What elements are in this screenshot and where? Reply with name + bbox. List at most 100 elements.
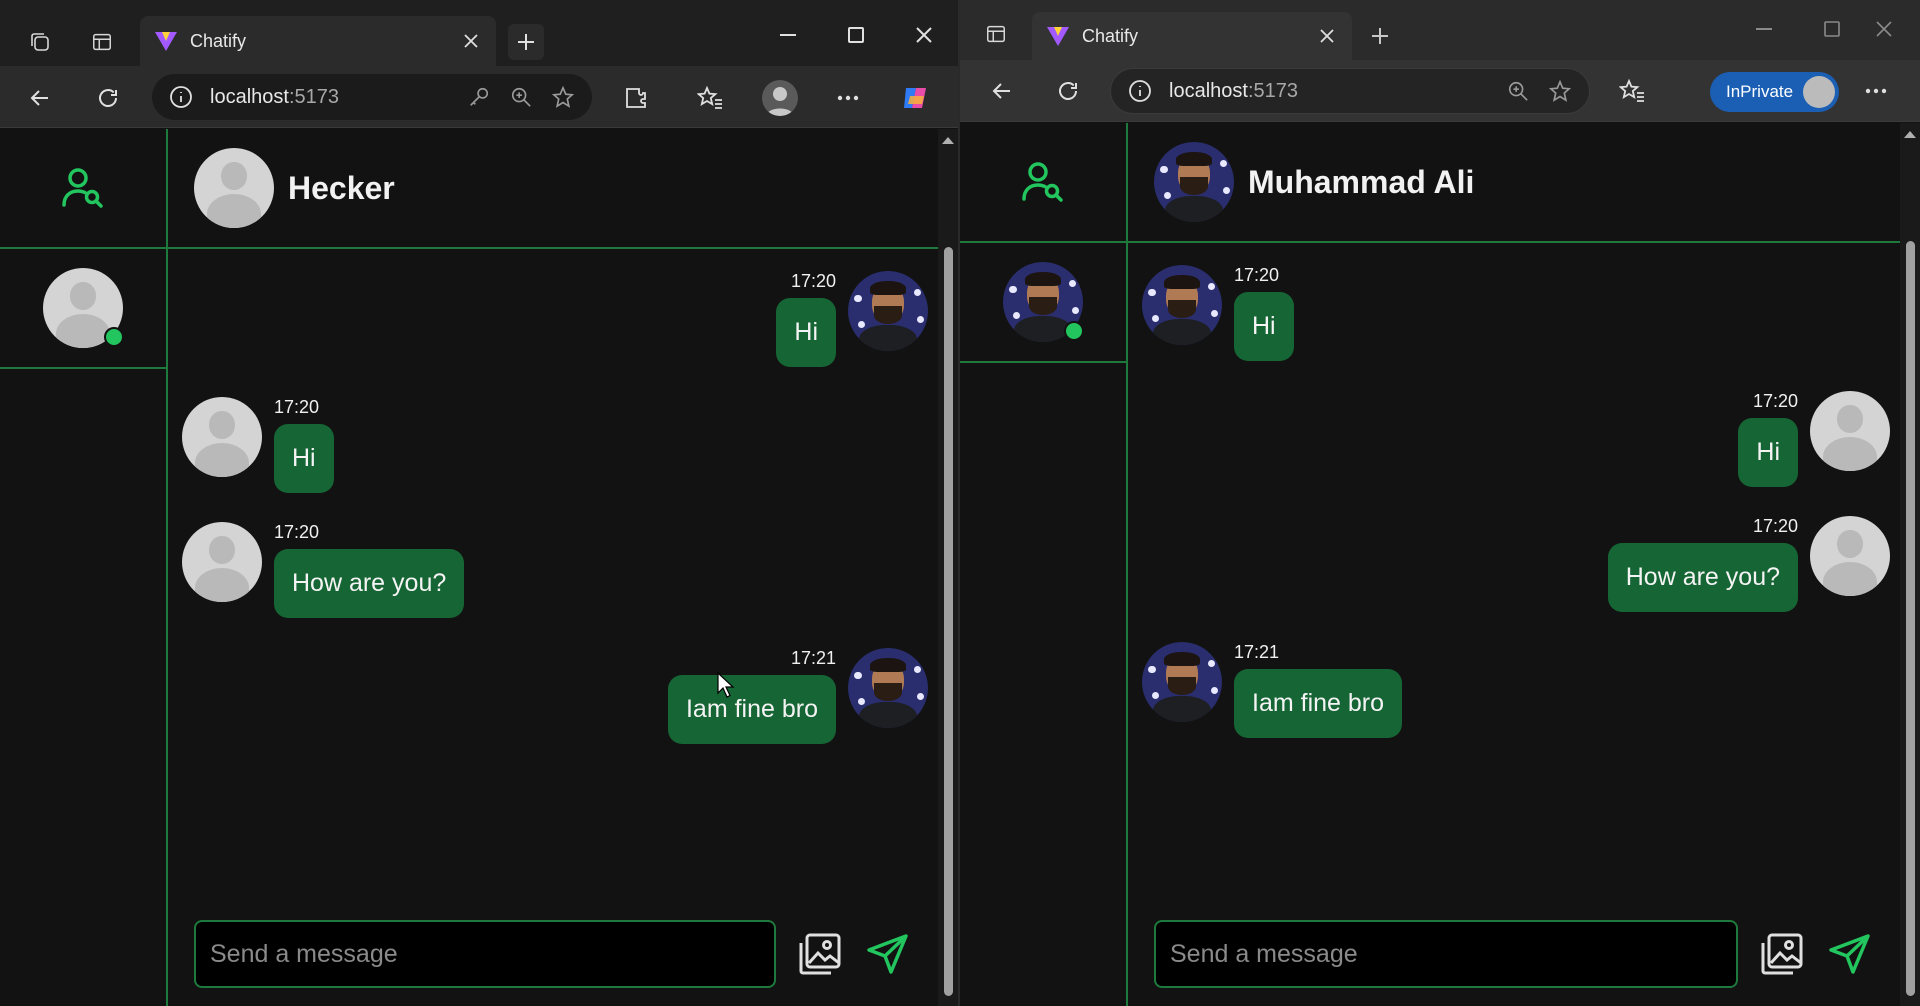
tab-chatify[interactable]: Chatify (1032, 12, 1352, 60)
tab-title: Chatify (190, 30, 247, 51)
page-scrollbar[interactable] (1900, 123, 1920, 1006)
more-icon[interactable] (832, 82, 864, 114)
profile-icon[interactable] (762, 80, 798, 116)
address-toolbar: localhost:5173 (0, 66, 958, 128)
new-tab-icon[interactable] (508, 24, 544, 60)
message-row: 17:20 How are you? (1607, 516, 1890, 612)
message-row: 17:20 Hi (776, 271, 928, 367)
message-avatar (1810, 391, 1890, 471)
close-tab-icon[interactable] (1316, 25, 1338, 47)
message-bubble: How are you? (274, 549, 465, 618)
image-upload-icon[interactable] (796, 930, 844, 978)
find-user-icon[interactable] (59, 164, 107, 212)
image-upload-icon[interactable] (1758, 930, 1806, 978)
page-scrollbar[interactable] (938, 129, 958, 1006)
chat-header-avatar (1154, 142, 1234, 222)
message-avatar (848, 648, 928, 728)
minimize-icon[interactable] (1746, 14, 1782, 44)
message-row: 17:20 Hi (182, 397, 334, 493)
refresh-icon[interactable] (1052, 75, 1084, 107)
find-user-icon[interactable] (1019, 158, 1067, 206)
password-key-icon[interactable] (466, 84, 492, 110)
message-bubble: Hi (1738, 418, 1798, 487)
sidebar-user-item[interactable] (960, 243, 1126, 363)
maximize-icon[interactable] (838, 20, 874, 50)
message-input[interactable]: Send a message (194, 920, 776, 988)
address-bar[interactable]: localhost:5173 (152, 74, 592, 120)
tab-actions-icon[interactable] (982, 20, 1010, 48)
close-window-icon[interactable] (906, 20, 942, 50)
chat-header-name: Muhammad Ali (1248, 163, 1475, 200)
tab-actions-icon[interactable] (88, 28, 116, 56)
more-icon[interactable] (1860, 75, 1892, 107)
chatify-logo-icon (154, 29, 178, 53)
workspaces-icon[interactable] (26, 28, 54, 56)
new-tab-icon[interactable] (1362, 18, 1398, 54)
favorites-icon[interactable] (694, 82, 726, 114)
inprivate-badge[interactable]: InPrivate (1710, 72, 1840, 112)
tab-chatify[interactable]: Chatify (140, 16, 496, 66)
message-row: 17:21 Iam fine bro (667, 648, 928, 744)
scroll-up-icon[interactable] (1900, 127, 1920, 141)
message-time: 17:20 (1234, 265, 1280, 285)
message-avatar (182, 522, 262, 602)
address-toolbar: localhost:5173 InPrivate (960, 60, 1920, 122)
message-input[interactable]: Send a message (1154, 920, 1738, 988)
send-icon[interactable] (864, 930, 912, 978)
favorite-star-icon[interactable] (1547, 78, 1573, 104)
chat-header: Hecker (168, 129, 938, 249)
message-avatar (1810, 516, 1890, 596)
message-bubble: Hi (776, 298, 836, 367)
sidebar-header (0, 129, 166, 249)
maximize-icon[interactable] (1814, 14, 1850, 44)
chat-app: Hecker 17:20 Hi 17:20 Hi 17:20 How are y… (0, 129, 938, 1006)
favorites-icon[interactable] (1616, 75, 1648, 107)
extensions-icon[interactable] (620, 82, 652, 114)
minimize-icon[interactable] (770, 20, 806, 50)
back-icon[interactable] (986, 75, 1018, 107)
message-row: 17:20 Hi (1142, 265, 1294, 361)
favorite-star-icon[interactable] (550, 84, 576, 110)
url-text[interactable]: localhost:5173 (1169, 80, 1489, 103)
send-icon[interactable] (1826, 930, 1874, 978)
url-text[interactable]: localhost:5173 (210, 86, 450, 109)
tab-strip: Chatify (0, 0, 958, 66)
close-tab-icon[interactable] (460, 30, 482, 52)
site-info-icon[interactable] (1127, 78, 1153, 104)
sidebar-header (960, 123, 1126, 243)
chat-header-name: Hecker (288, 169, 395, 206)
copilot-icon[interactable] (898, 80, 934, 116)
message-time: 17:20 (274, 397, 320, 417)
scroll-up-icon[interactable] (938, 133, 958, 147)
online-status-dot (1064, 321, 1084, 341)
message-row: 17:20 How are you? (182, 522, 465, 618)
right-browser-window: Chatify localhost:5173 InPrivate Muhamma… (960, 0, 1920, 1006)
message-time: 17:21 (1234, 642, 1280, 662)
scrollbar-thumb[interactable] (944, 247, 953, 996)
chat-header-avatar (194, 148, 274, 228)
refresh-icon[interactable] (92, 82, 124, 114)
message-bubble: How are you? (1607, 543, 1798, 612)
message-bubble: Iam fine bro (667, 675, 836, 744)
back-icon[interactable] (24, 82, 56, 114)
message-time: 17:21 (790, 648, 836, 668)
message-bubble: Hi (1234, 292, 1294, 361)
zoom-icon[interactable] (1505, 78, 1531, 104)
close-window-icon[interactable] (1866, 14, 1902, 44)
scrollbar-thumb[interactable] (1906, 241, 1915, 996)
message-row: 17:21 Iam fine bro (1142, 642, 1403, 738)
message-bubble: Hi (274, 424, 334, 493)
message-bubble: Iam fine bro (1234, 669, 1403, 738)
site-info-icon[interactable] (168, 84, 194, 110)
chat-panel: Hecker 17:20 Hi 17:20 Hi 17:20 How are y… (168, 129, 938, 1006)
message-time: 17:20 (790, 271, 836, 291)
address-bar[interactable]: localhost:5173 (1110, 68, 1590, 114)
message-avatar (182, 397, 262, 477)
zoom-icon[interactable] (508, 84, 534, 110)
mouse-cursor-icon (716, 671, 736, 699)
message-composer: Send a message (1154, 920, 1874, 988)
sidebar-user-item[interactable] (0, 249, 166, 369)
chat-panel: Muhammad Ali 17:20 Hi 17:20 Hi 17:20 How… (1128, 123, 1900, 1006)
tab-title: Chatify (1082, 25, 1139, 46)
message-time: 17:20 (1752, 391, 1798, 411)
